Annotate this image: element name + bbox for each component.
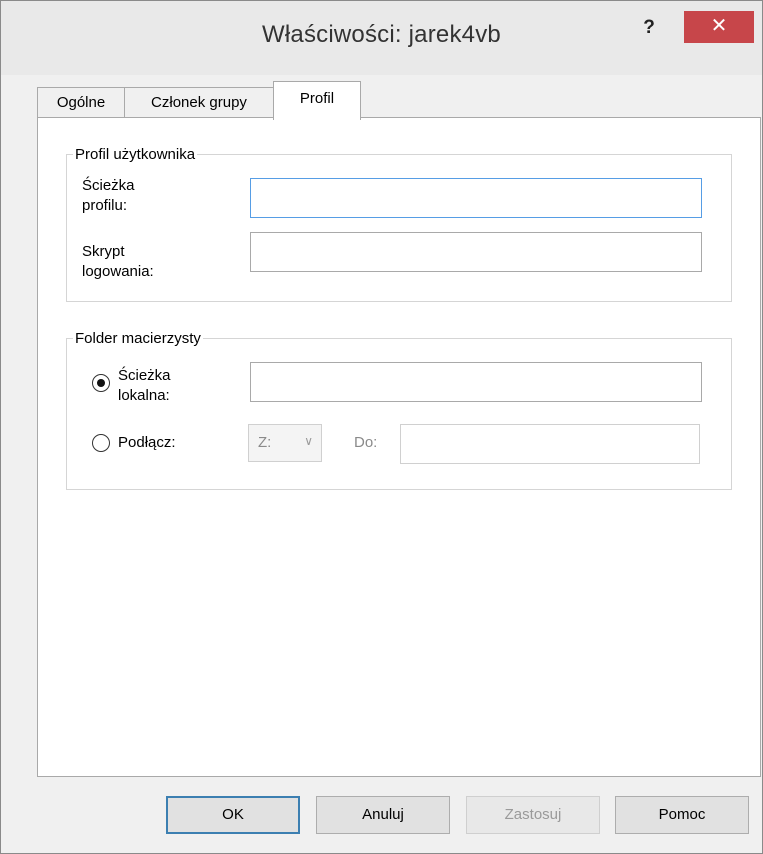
- cancel-button[interactable]: Anuluj: [316, 796, 450, 834]
- local-path-label[interactable]: Ścieżka lokalna:: [118, 366, 171, 406]
- drive-letter-select[interactable]: Z: ∨: [248, 424, 322, 462]
- tab-profile[interactable]: Profil: [273, 81, 361, 120]
- local-path-input[interactable]: [250, 362, 702, 402]
- close-icon[interactable]: ✕: [684, 11, 754, 43]
- profile-path-input[interactable]: [250, 178, 702, 218]
- home-folder-group-title: Folder macierzysty: [75, 330, 201, 347]
- home-folder-group: Folder macierzysty: [66, 330, 732, 490]
- apply-button[interactable]: Zastosuj: [466, 796, 600, 834]
- ok-button[interactable]: OK: [166, 796, 300, 834]
- title-bar[interactable]: Właściwości: jarek4vb ? ✕: [1, 1, 762, 75]
- logon-script-label: Skrypt logowania:: [82, 243, 154, 280]
- properties-dialog: Właściwości: jarek4vb ? ✕ Ogólne Członek…: [0, 0, 763, 854]
- help-icon[interactable]: ?: [629, 15, 669, 43]
- tab-general[interactable]: Ogólne: [37, 87, 125, 118]
- profile-path-label: Ścieżka profilu:: [82, 177, 135, 214]
- help-button[interactable]: Pomoc: [615, 796, 749, 834]
- logon-script-input[interactable]: [250, 232, 702, 272]
- to-path-input[interactable]: [400, 424, 700, 464]
- connect-label[interactable]: Podłącz:: [118, 433, 176, 453]
- local-path-radio[interactable]: [92, 374, 110, 392]
- radio-selected-dot: [97, 379, 105, 387]
- chevron-down-icon: ∨: [304, 434, 313, 448]
- connect-radio[interactable]: [92, 434, 110, 452]
- to-label: Do:: [354, 434, 378, 451]
- user-profile-group: Profil użytkownika: [66, 146, 732, 302]
- tab-member-of[interactable]: Członek grupy: [124, 87, 274, 118]
- drive-letter-value: Z:: [258, 434, 272, 451]
- tab-panel-profile: Profil użytkownika Ścieżka profilu: Skry…: [37, 117, 761, 777]
- user-profile-group-title: Profil użytkownika: [75, 146, 196, 163]
